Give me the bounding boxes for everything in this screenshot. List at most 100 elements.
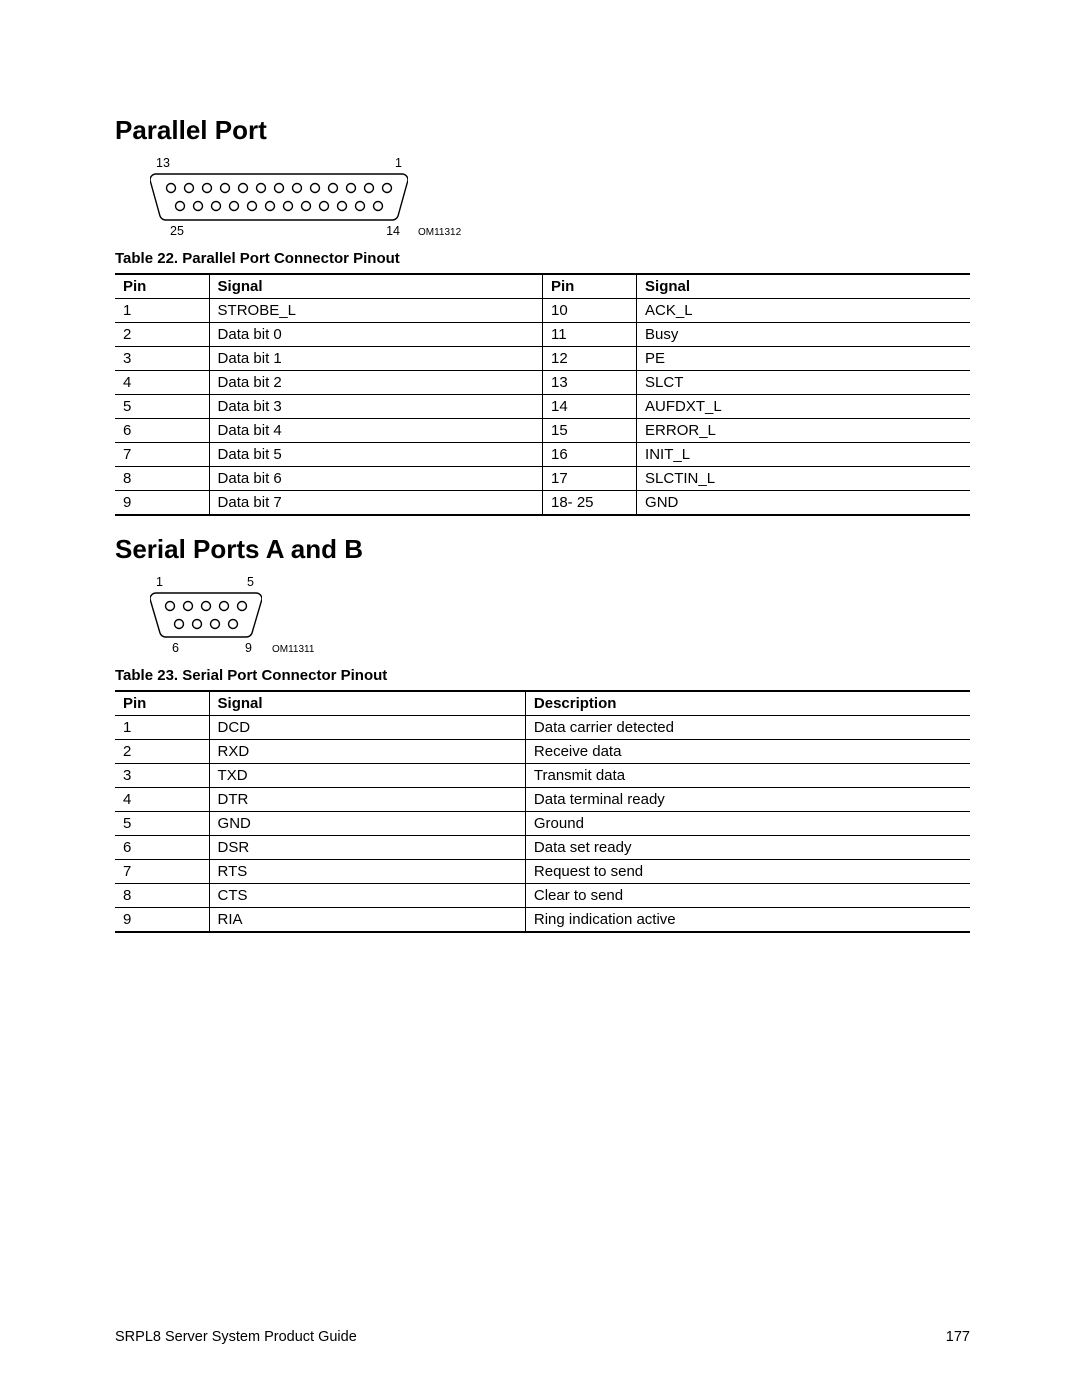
table-cell: Data bit 1 (209, 347, 542, 371)
pin-label: 14 (386, 224, 400, 238)
parallel-port-pinout-table: Pin Signal Pin Signal 1STROBE_L10ACK_L2D… (115, 273, 970, 516)
table-cell: Transmit data (525, 764, 970, 788)
col-header: Signal (637, 274, 970, 299)
table-cell: 2 (115, 323, 209, 347)
table-row: 3TXDTransmit data (115, 764, 970, 788)
table-cell: Data bit 6 (209, 467, 542, 491)
table-cell: Ring indication active (525, 908, 970, 933)
table-row: 6Data bit 415ERROR_L (115, 419, 970, 443)
table-cell: 5 (115, 395, 209, 419)
table-cell: Data terminal ready (525, 788, 970, 812)
table-cell: DCD (209, 716, 525, 740)
table-cell: 13 (542, 371, 636, 395)
table-cell: PE (637, 347, 970, 371)
table-header-row: Pin Signal Description (115, 691, 970, 716)
table-row: 3Data bit 112PE (115, 347, 970, 371)
table-cell: Data bit 3 (209, 395, 542, 419)
page-number: 177 (946, 1329, 970, 1345)
table-row: 9RIARing indication active (115, 908, 970, 933)
page: Parallel Port 13 1 (0, 0, 1080, 1397)
table-cell: 11 (542, 323, 636, 347)
col-header: Pin (115, 691, 209, 716)
table-cell: ACK_L (637, 299, 970, 323)
table-cell: AUFDXT_L (637, 395, 970, 419)
table-cell: RTS (209, 860, 525, 884)
table-cell: 2 (115, 740, 209, 764)
table-cell: 9 (115, 908, 209, 933)
table-cell: 6 (115, 836, 209, 860)
table-cell: 8 (115, 884, 209, 908)
table-caption: Table 23. Serial Port Connector Pinout (115, 667, 970, 684)
table-cell: 7 (115, 443, 209, 467)
col-header: Pin (542, 274, 636, 299)
figure-id: OM11311 (272, 644, 314, 655)
table-caption: Table 22. Parallel Port Connector Pinout (115, 250, 970, 267)
table-cell: 4 (115, 371, 209, 395)
db25-connector-icon (150, 172, 408, 222)
table-cell: TXD (209, 764, 525, 788)
table-cell: 7 (115, 860, 209, 884)
heading-serial-ports: Serial Ports A and B (115, 534, 970, 565)
pin-label: 5 (247, 575, 254, 589)
heading-parallel-port: Parallel Port (115, 115, 970, 146)
table-cell: 18- 25 (542, 491, 636, 516)
pin-label: 1 (156, 575, 163, 589)
table-row: 9Data bit 718- 25GND (115, 491, 970, 516)
table-row: 1STROBE_L10ACK_L (115, 299, 970, 323)
table-row: 8CTSClear to send (115, 884, 970, 908)
parallel-port-connector-figure: 13 1 (150, 156, 970, 238)
pin-label: 9 (245, 641, 252, 655)
table-cell: Clear to send (525, 884, 970, 908)
table-cell: GND (209, 812, 525, 836)
col-header: Description (525, 691, 970, 716)
table-cell: 16 (542, 443, 636, 467)
pin-label: 6 (172, 641, 179, 655)
table-cell: 14 (542, 395, 636, 419)
table-cell: STROBE_L (209, 299, 542, 323)
table-row: 6DSRData set ready (115, 836, 970, 860)
table-cell: 3 (115, 764, 209, 788)
table-header-row: Pin Signal Pin Signal (115, 274, 970, 299)
table-row: 5Data bit 314AUFDXT_L (115, 395, 970, 419)
table-cell: SLCT (637, 371, 970, 395)
db25-connector: 13 1 (150, 156, 408, 238)
pin-label: 13 (156, 156, 170, 170)
table-cell: 10 (542, 299, 636, 323)
table-cell: 3 (115, 347, 209, 371)
table-row: 4DTRData terminal ready (115, 788, 970, 812)
table-cell: 1 (115, 716, 209, 740)
db9-connector-icon (150, 591, 262, 639)
table-cell: ERROR_L (637, 419, 970, 443)
table-row: 8Data bit 617SLCTIN_L (115, 467, 970, 491)
table-cell: Busy (637, 323, 970, 347)
serial-port-pinout-table: Pin Signal Description 1DCDData carrier … (115, 690, 970, 933)
col-header: Signal (209, 691, 525, 716)
pin-label: 1 (395, 156, 402, 170)
pin-label: 25 (170, 224, 184, 238)
table-cell: Data bit 2 (209, 371, 542, 395)
page-footer: SRPL8 Server System Product Guide 177 (115, 1329, 970, 1345)
table-row: 2RXDReceive data (115, 740, 970, 764)
table-cell: Data set ready (525, 836, 970, 860)
table-cell: INIT_L (637, 443, 970, 467)
table-cell: Request to send (525, 860, 970, 884)
table-cell: RXD (209, 740, 525, 764)
table-row: 4Data bit 213SLCT (115, 371, 970, 395)
table-cell: 8 (115, 467, 209, 491)
table-cell: DTR (209, 788, 525, 812)
table-cell: Receive data (525, 740, 970, 764)
table-cell: CTS (209, 884, 525, 908)
table-cell: RIA (209, 908, 525, 933)
table-cell: Data bit 5 (209, 443, 542, 467)
table-cell: 1 (115, 299, 209, 323)
table-cell: 5 (115, 812, 209, 836)
table-cell: Data bit 4 (209, 419, 542, 443)
table-cell: 9 (115, 491, 209, 516)
db9-connector: 1 5 6 9 (150, 575, 262, 655)
table-cell: 4 (115, 788, 209, 812)
table-cell: Data bit 0 (209, 323, 542, 347)
figure-id: OM11312 (418, 227, 461, 238)
table-cell: 6 (115, 419, 209, 443)
table-row: 5GNDGround (115, 812, 970, 836)
table-cell: GND (637, 491, 970, 516)
